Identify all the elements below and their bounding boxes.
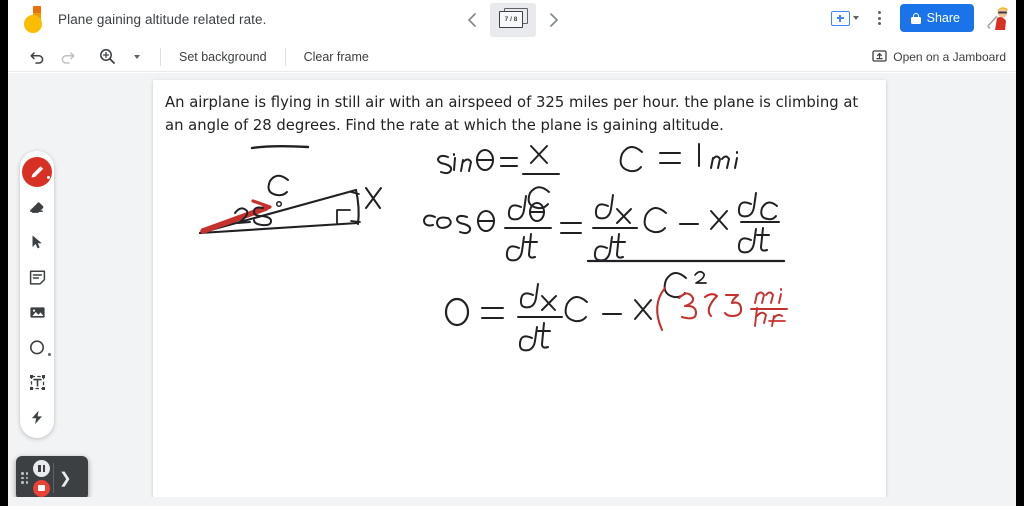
jam-canvas[interactable]: An airplane is flying in still air with … bbox=[153, 80, 886, 504]
workspace-bottom-strip bbox=[8, 497, 1016, 506]
toolbar-divider bbox=[284, 47, 286, 66]
frame-counter-label: 7 / 8 bbox=[499, 11, 523, 28]
jamboard-logo-icon[interactable] bbox=[20, 4, 50, 36]
eraser-icon bbox=[30, 202, 44, 213]
circle-shape-icon bbox=[29, 339, 44, 354]
set-background-button[interactable]: Set background bbox=[169, 46, 277, 68]
redo-icon[interactable] bbox=[52, 42, 82, 72]
recording-divider bbox=[53, 463, 54, 493]
undo-icon[interactable] bbox=[22, 42, 52, 72]
next-frame-button[interactable] bbox=[540, 3, 568, 37]
add-frame-button[interactable] bbox=[824, 7, 866, 30]
laser-tool[interactable] bbox=[21, 400, 53, 434]
user-avatar[interactable] bbox=[984, 4, 1012, 32]
chevron-down-icon bbox=[852, 16, 859, 20]
kebab-menu-icon[interactable] bbox=[868, 3, 892, 33]
laser-pointer-icon bbox=[31, 410, 42, 424]
add-frame-icon bbox=[830, 10, 850, 26]
share-button-label: Share bbox=[926, 11, 960, 25]
expand-recording-button[interactable]: ❯ bbox=[59, 469, 72, 487]
edit-toolbar: Set background Clear frame Open on a Jam… bbox=[8, 42, 1016, 72]
frame-counter-button[interactable]: 7 / 8 bbox=[490, 3, 536, 37]
sticky-note-icon bbox=[29, 269, 45, 285]
cast-display-icon bbox=[872, 50, 887, 62]
lock-icon bbox=[910, 12, 921, 24]
eraser-tool[interactable] bbox=[21, 190, 53, 224]
drag-handle-icon[interactable] bbox=[16, 472, 32, 484]
recording-buttons bbox=[33, 459, 50, 497]
app-header: Plane gaining altitude related rate. 7 /… bbox=[8, 0, 1016, 42]
share-button[interactable]: Share bbox=[899, 4, 974, 32]
sticky-note-tool[interactable] bbox=[21, 260, 53, 294]
textbox-tool[interactable] bbox=[21, 365, 53, 399]
clear-frame-button[interactable]: Clear frame bbox=[294, 46, 379, 68]
jamboard-app: Plane gaining altitude related rate. 7 /… bbox=[8, 0, 1016, 506]
pen-icon bbox=[31, 166, 44, 178]
pen-tool[interactable] bbox=[22, 157, 52, 187]
cursor-arrow-icon bbox=[32, 235, 42, 249]
toolbar-divider bbox=[160, 47, 161, 66]
previous-frame-button[interactable] bbox=[458, 3, 486, 37]
recording-control-bar: ❯ bbox=[16, 456, 88, 500]
frame-navigation: 7 / 8 bbox=[458, 3, 568, 37]
text-box-icon bbox=[29, 374, 45, 390]
header-actions: Share bbox=[824, 3, 1012, 33]
pause-recording-button[interactable] bbox=[33, 459, 50, 477]
stop-recording-button[interactable] bbox=[33, 479, 50, 497]
open-on-jamboard-label: Open on a Jamboard bbox=[893, 49, 1006, 64]
rate-annotation-ink bbox=[656, 286, 788, 332]
select-tool[interactable] bbox=[21, 225, 53, 259]
workspace: An airplane is flying in still air with … bbox=[8, 73, 1016, 506]
document-title[interactable]: Plane gaining altitude related rate. bbox=[58, 12, 267, 27]
zoom-dropdown-button[interactable] bbox=[122, 42, 152, 72]
shape-tool[interactable] bbox=[21, 330, 53, 364]
handwriting-ink-layer bbox=[198, 143, 788, 352]
tool-rail bbox=[20, 151, 54, 438]
chevron-down-icon bbox=[134, 54, 140, 59]
image-icon bbox=[29, 306, 45, 318]
tool-options-indicator bbox=[47, 176, 50, 179]
open-on-jamboard-button[interactable]: Open on a Jamboard bbox=[872, 49, 1006, 64]
tool-options-indicator bbox=[48, 353, 51, 356]
image-tool[interactable] bbox=[21, 295, 53, 329]
zoom-in-icon[interactable] bbox=[92, 42, 122, 72]
